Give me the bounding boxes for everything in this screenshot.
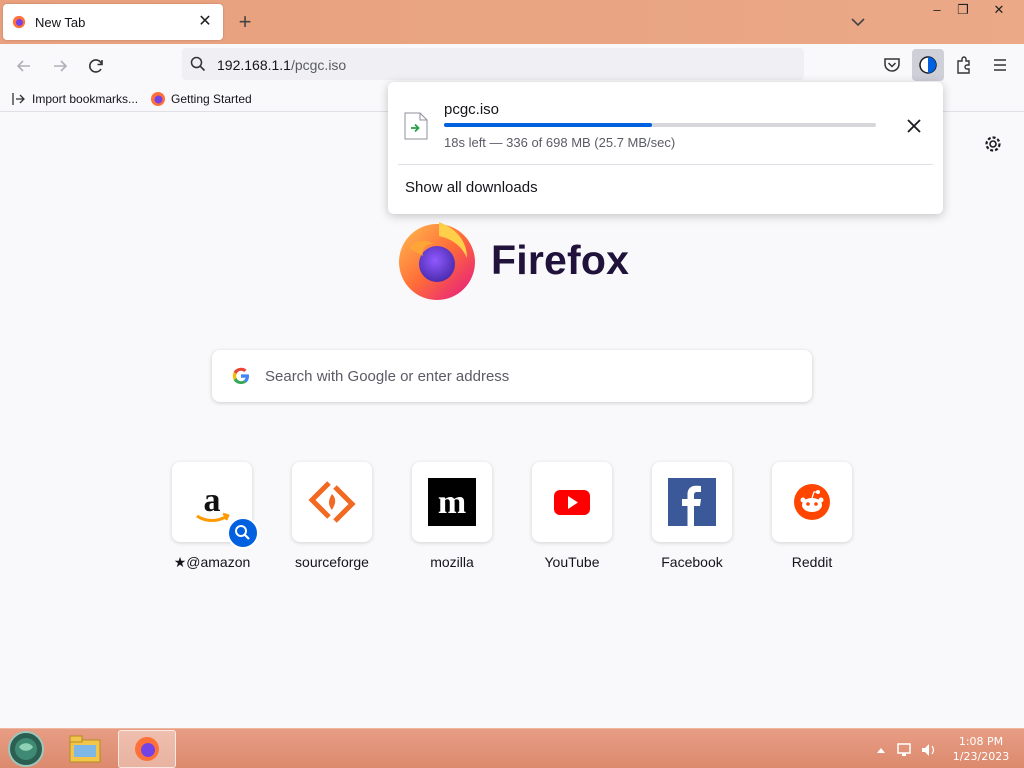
forward-button[interactable] bbox=[46, 52, 74, 80]
file-explorer-icon[interactable] bbox=[66, 731, 104, 767]
top-site-mozilla[interactable]: m mozilla bbox=[412, 462, 492, 570]
forward-icon bbox=[54, 60, 68, 72]
top-site-sourceforge[interactable]: sourceforge bbox=[292, 462, 372, 570]
download-status: 18s left — 336 of 698 MB (25.7 MB/sec) bbox=[444, 135, 676, 150]
bookmark-label: Getting Started bbox=[171, 92, 252, 106]
top-site-label: YouTube bbox=[544, 554, 600, 570]
top-site-reddit[interactable]: Reddit bbox=[772, 462, 852, 570]
reddit-icon bbox=[794, 484, 830, 520]
import-icon bbox=[12, 93, 25, 105]
firefox-brand-text: Firefox bbox=[491, 237, 630, 283]
downloads-icon bbox=[919, 56, 937, 74]
title-bar: New Tab ✕ + – ❐ ✕ bbox=[0, 0, 1024, 44]
window-close-button[interactable]: ✕ bbox=[982, 0, 1016, 22]
show-all-downloads-button[interactable]: Show all downloads bbox=[405, 179, 538, 196]
taskbar-firefox-button[interactable] bbox=[118, 730, 176, 768]
bookmark-label: Import bookmarks... bbox=[32, 92, 139, 106]
reload-icon bbox=[89, 59, 103, 73]
firefox-logo-icon bbox=[399, 222, 475, 300]
top-site-tile[interactable] bbox=[652, 462, 732, 542]
top-site-amazon[interactable]: a ★@amazon bbox=[172, 462, 259, 571]
top-site-tile[interactable] bbox=[532, 462, 612, 542]
panel-divider bbox=[398, 164, 933, 165]
search-icon bbox=[190, 56, 206, 72]
top-site-tile[interactable]: a bbox=[172, 462, 259, 549]
top-site-label: mozilla bbox=[430, 554, 474, 570]
downloads-panel: pcgc.iso 18s left — 336 of 698 MB (25.7 … bbox=[388, 82, 943, 214]
back-button[interactable] bbox=[10, 52, 38, 80]
top-site-facebook[interactable]: Facebook bbox=[652, 462, 732, 570]
tab-title: New Tab bbox=[35, 15, 86, 30]
search-placeholder: Search with Google or enter address bbox=[265, 368, 510, 385]
search-box[interactable]: Search with Google or enter address bbox=[212, 350, 812, 402]
top-site-label: ★@amazon bbox=[152, 554, 272, 571]
clock-date: 1/23/2023 bbox=[952, 750, 1010, 763]
firefox-icon bbox=[12, 15, 26, 29]
tab-close-icon[interactable]: ✕ bbox=[195, 12, 215, 32]
url-bar[interactable]: 192.168.1.1/pcgc.iso bbox=[182, 48, 804, 80]
top-site-tile[interactable]: m bbox=[412, 462, 492, 542]
svg-text:a: a bbox=[204, 482, 221, 519]
cancel-download-icon[interactable] bbox=[902, 114, 926, 138]
system-tray-icons[interactable] bbox=[874, 741, 944, 759]
url-text: 192.168.1.1/pcgc.iso bbox=[217, 57, 346, 73]
pocket-icon[interactable] bbox=[880, 53, 904, 77]
top-site-label-text: @amazon bbox=[186, 554, 251, 570]
bookmark-getting-started[interactable]: Getting Started bbox=[150, 91, 252, 107]
facebook-icon bbox=[668, 478, 716, 526]
top-site-youtube[interactable]: YouTube bbox=[532, 462, 612, 570]
tab-list-chevron-icon[interactable] bbox=[848, 10, 868, 34]
download-progress-bar bbox=[444, 123, 876, 127]
back-icon bbox=[16, 60, 30, 72]
maximize-button[interactable]: ❐ bbox=[948, 0, 978, 22]
pin-icon: ★ bbox=[173, 554, 187, 570]
sourceforge-icon bbox=[308, 481, 356, 523]
url-host: 192.168.1.1 bbox=[217, 57, 291, 73]
mozilla-icon: m bbox=[428, 478, 476, 526]
download-progress-fill bbox=[444, 123, 652, 127]
youtube-icon bbox=[554, 490, 590, 515]
firefox-icon bbox=[135, 737, 159, 761]
bookmark-import[interactable]: Import bookmarks... bbox=[11, 91, 138, 107]
google-icon bbox=[232, 367, 249, 384]
top-site-tile[interactable] bbox=[772, 462, 852, 542]
top-site-label: Facebook bbox=[661, 554, 723, 570]
taskbar: 1:08 PM 1/23/2023 bbox=[0, 728, 1024, 768]
url-path: /pcgc.iso bbox=[290, 57, 347, 73]
downloads-button[interactable] bbox=[912, 49, 944, 81]
firefox-icon bbox=[151, 92, 165, 106]
top-site-label: sourceforge bbox=[295, 554, 369, 570]
clock-time: 1:08 PM bbox=[958, 735, 1004, 748]
top-site-tile[interactable] bbox=[292, 462, 372, 542]
svg-text:m: m bbox=[438, 484, 466, 521]
gear-icon[interactable] bbox=[982, 133, 1004, 155]
menu-icon[interactable] bbox=[988, 53, 1012, 77]
top-site-label: Reddit bbox=[791, 554, 833, 570]
search-icon bbox=[235, 525, 250, 540]
download-filename: pcgc.iso bbox=[444, 101, 500, 118]
navigation-bar: 192.168.1.1/pcgc.iso bbox=[0, 44, 1024, 86]
file-icon bbox=[404, 112, 428, 140]
new-tab-button[interactable]: + bbox=[233, 10, 257, 34]
search-shortcut-badge bbox=[227, 517, 259, 549]
clock[interactable]: 1:08 PM 1/23/2023 bbox=[948, 734, 1014, 764]
reload-button[interactable] bbox=[82, 52, 110, 80]
start-button-icon[interactable] bbox=[7, 730, 45, 768]
extensions-icon[interactable] bbox=[952, 53, 976, 77]
tab-new-tab[interactable]: New Tab ✕ bbox=[3, 4, 223, 40]
